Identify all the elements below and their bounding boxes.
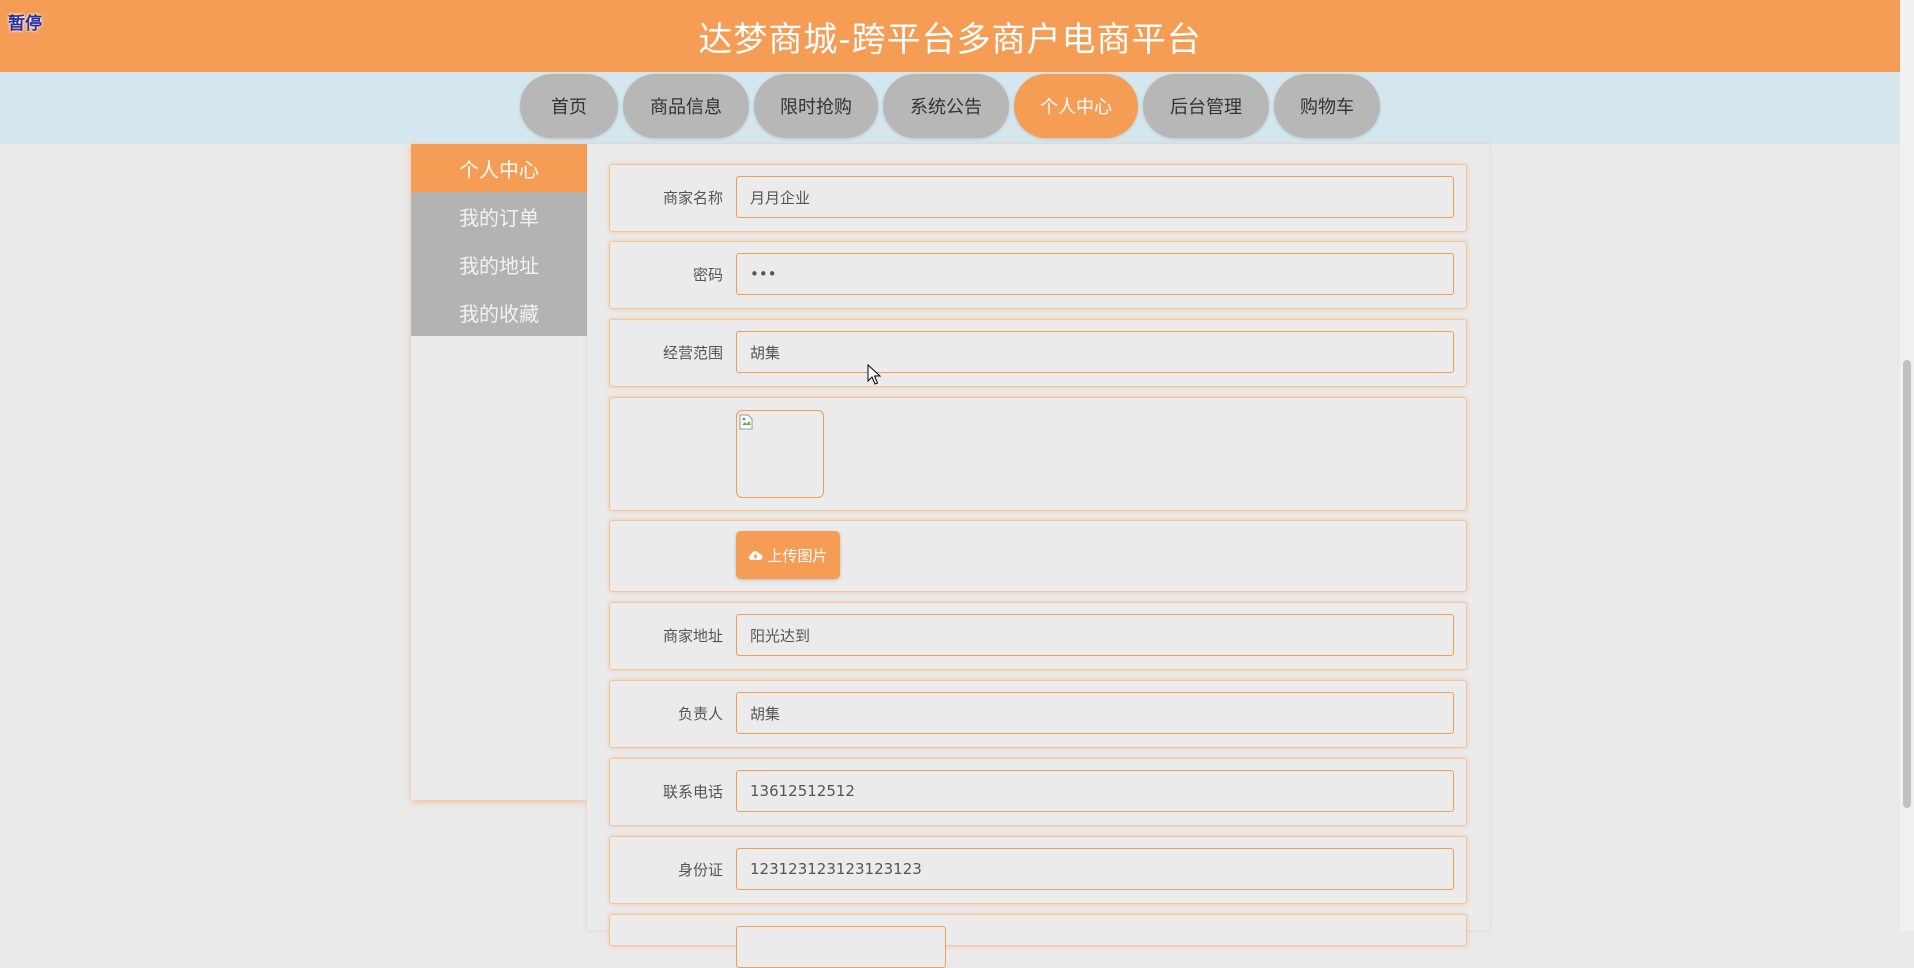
upload-image-button[interactable]: 上传图片 [736, 531, 840, 579]
nav-products[interactable]: 商品信息 [623, 74, 749, 138]
business-scope-label: 经营范围 [662, 344, 723, 362]
partial-input[interactable] [736, 926, 946, 968]
profile-form: 商家名称 月月企业 密码 ••• 经营范围 胡集 上传图片 商家地址 阳光达到 … [587, 144, 1489, 968]
nav-flash-sale[interactable]: 限时抢购 [754, 74, 878, 138]
cloud-upload-icon [749, 551, 763, 561]
nav-home[interactable]: 首页 [520, 74, 618, 138]
form-row-image-preview [609, 397, 1467, 511]
sidebar-item-my-favorites[interactable]: 我的收藏 [411, 288, 587, 336]
person-in-charge-label: 负责人 [677, 705, 723, 723]
sidebar-item-my-orders[interactable]: 我的订单 [411, 192, 587, 240]
nav-announcements[interactable]: 系统公告 [883, 74, 1009, 138]
sidebar: 个人中心 我的订单 我的地址 我的收藏 [411, 144, 587, 800]
merchant-address-input[interactable]: 阳光达到 [736, 614, 1454, 656]
site-header: 达梦商城-跨平台多商户电商平台 [0, 0, 1900, 72]
phone-input[interactable]: 13612512512 [736, 770, 1454, 812]
person-in-charge-input[interactable]: 胡集 [736, 692, 1454, 734]
nav-cart[interactable]: 购物车 [1274, 74, 1380, 138]
form-row-merchant-address: 商家地址 阳光达到 [609, 602, 1467, 670]
mouse-cursor-icon [867, 364, 881, 385]
id-card-input[interactable]: 123123123123123123 [736, 848, 1454, 890]
pause-badge[interactable]: 暂停 [8, 9, 42, 34]
page-scrollbar[interactable] [1900, 0, 1914, 930]
nav-personal-center[interactable]: 个人中心 [1014, 74, 1138, 138]
form-row-business-scope: 经营范围 胡集 [609, 319, 1467, 387]
form-row-id-card: 身份证 123123123123123123 [609, 836, 1467, 904]
password-input[interactable]: ••• [736, 253, 1454, 295]
form-row-password: 密码 ••• [609, 241, 1467, 309]
sidebar-item-personal-center[interactable]: 个人中心 [411, 144, 587, 192]
main-nav: 首页 商品信息 限时抢购 系统公告 个人中心 后台管理 购物车 [0, 72, 1900, 144]
merchant-address-label: 商家地址 [662, 627, 723, 645]
sidebar-item-my-address[interactable]: 我的地址 [411, 240, 587, 288]
merchant-name-input[interactable]: 月月企业 [736, 176, 1454, 218]
id-card-label: 身份证 [677, 861, 723, 879]
form-row-upload: 上传图片 [609, 520, 1467, 592]
merchant-name-label: 商家名称 [662, 189, 723, 207]
form-row-partial [609, 914, 1467, 968]
scrollbar-thumb[interactable] [1903, 360, 1911, 808]
site-title: 达梦商城-跨平台多商户电商平台 [698, 19, 1202, 60]
merchant-image-preview [736, 410, 824, 498]
nav-admin[interactable]: 后台管理 [1143, 74, 1269, 138]
upload-button-label: 上传图片 [767, 546, 828, 565]
form-row-person-in-charge: 负责人 胡集 [609, 680, 1467, 748]
form-row-phone: 联系电话 13612512512 [609, 758, 1467, 826]
phone-label: 联系电话 [662, 783, 723, 801]
broken-image-icon [739, 414, 753, 430]
form-row-merchant-name: 商家名称 月月企业 [609, 164, 1467, 232]
business-scope-input[interactable]: 胡集 [736, 331, 1454, 373]
password-label: 密码 [692, 266, 723, 284]
